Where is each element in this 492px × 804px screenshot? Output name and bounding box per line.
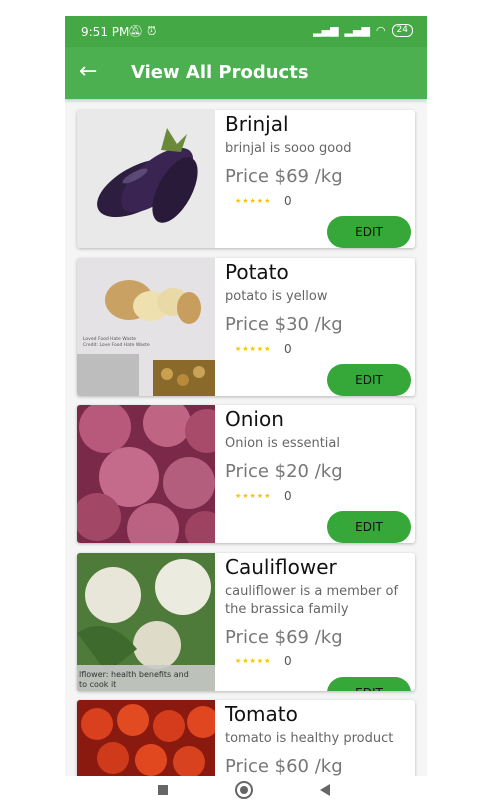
edit-button[interactable]: EDIT [327, 677, 411, 691]
edit-button[interactable]: EDIT [327, 216, 411, 248]
rating-count: 0 [284, 194, 292, 208]
product-image: Loved Food Hate Waste Credit: Love Food … [77, 258, 215, 396]
system-nav-bar [0, 776, 492, 804]
rating-count: 0 [284, 489, 292, 503]
product-price: Price $30 /kg [225, 314, 343, 335]
signal-icon-2: ▂▄▆ [344, 24, 370, 37]
product-name: Cauliflower [225, 555, 337, 579]
product-image [77, 700, 215, 776]
product-price: Price $69 /kg [225, 166, 343, 187]
page-title: View All Products [131, 62, 309, 83]
photo-caption-line: lflower: health benefits and [79, 670, 189, 679]
product-price: Price $69 /kg [225, 627, 343, 648]
product-description: brinjal is sooo good [225, 141, 352, 156]
signal-icon: ▂▄▆ [313, 24, 339, 37]
recents-button[interactable] [158, 785, 168, 795]
edit-button[interactable]: EDIT [327, 364, 411, 396]
product-image [77, 405, 215, 543]
product-name: Potato [225, 260, 289, 284]
rating-stars: ★★★★★ [235, 492, 272, 500]
photo-caption-line: Loved Food Hate Waste [83, 336, 136, 342]
rating-stars: ★★★★★ [235, 657, 272, 665]
app-bar: ← View All Products [65, 47, 427, 99]
photo-caption-line: Credit: Love Food Hate Waste [83, 342, 150, 348]
product-description: tomato is healthy product [225, 731, 394, 746]
rating-count: 0 [284, 342, 292, 356]
product-description: potato is yellow [225, 289, 328, 304]
status-time: 9:51 PM [81, 25, 130, 39]
product-card: Tomato tomato is healthy product Price $… [77, 700, 415, 776]
product-list[interactable]: Brinjal brinjal is sooo good Price $69 /… [65, 99, 427, 776]
battery-icon: 24 [391, 24, 413, 37]
status-bar: 9:51 PM 🔕︎ ⏰︎ ▂▄▆ ▂▄▆ ◠ 24 [65, 16, 427, 47]
product-card: lflower: health benefits and to cook it … [77, 553, 415, 691]
product-card: Loved Food Hate Waste Credit: Love Food … [77, 258, 415, 396]
rating-stars: ★★★★★ [235, 197, 272, 205]
home-button[interactable] [235, 781, 253, 799]
product-card: Onion Onion is essential Price $20 /kg ★… [77, 405, 415, 543]
product-description: cauliflower is a member of the brassica … [225, 584, 399, 617]
mute-alarm-icons: 🔕︎ ⏰︎ [128, 24, 157, 38]
wifi-icon: ◠ [375, 24, 386, 37]
product-image [77, 110, 215, 248]
product-price: Price $60 /kg [225, 756, 343, 776]
status-indicators: ▂▄▆ ▂▄▆ ◠ 24 [313, 24, 413, 37]
rating-count: 0 [284, 654, 292, 668]
product-image: lflower: health benefits and to cook it [77, 553, 215, 691]
back-arrow-icon[interactable]: ← [79, 59, 97, 84]
back-button[interactable] [320, 784, 330, 796]
product-price: Price $20 /kg [225, 461, 343, 482]
photo-caption-line: to cook it [79, 680, 116, 689]
edit-button[interactable]: EDIT [327, 511, 411, 543]
product-name: Brinjal [225, 112, 289, 136]
product-description: Onion is essential [225, 436, 340, 451]
app-screen: 9:51 PM 🔕︎ ⏰︎ ▂▄▆ ▂▄▆ ◠ 24 ← View All Pr… [65, 16, 427, 776]
product-card: Brinjal brinjal is sooo good Price $69 /… [77, 110, 415, 248]
product-name: Tomato [225, 702, 298, 726]
product-name: Onion [225, 407, 284, 431]
rating-stars: ★★★★★ [235, 345, 272, 353]
